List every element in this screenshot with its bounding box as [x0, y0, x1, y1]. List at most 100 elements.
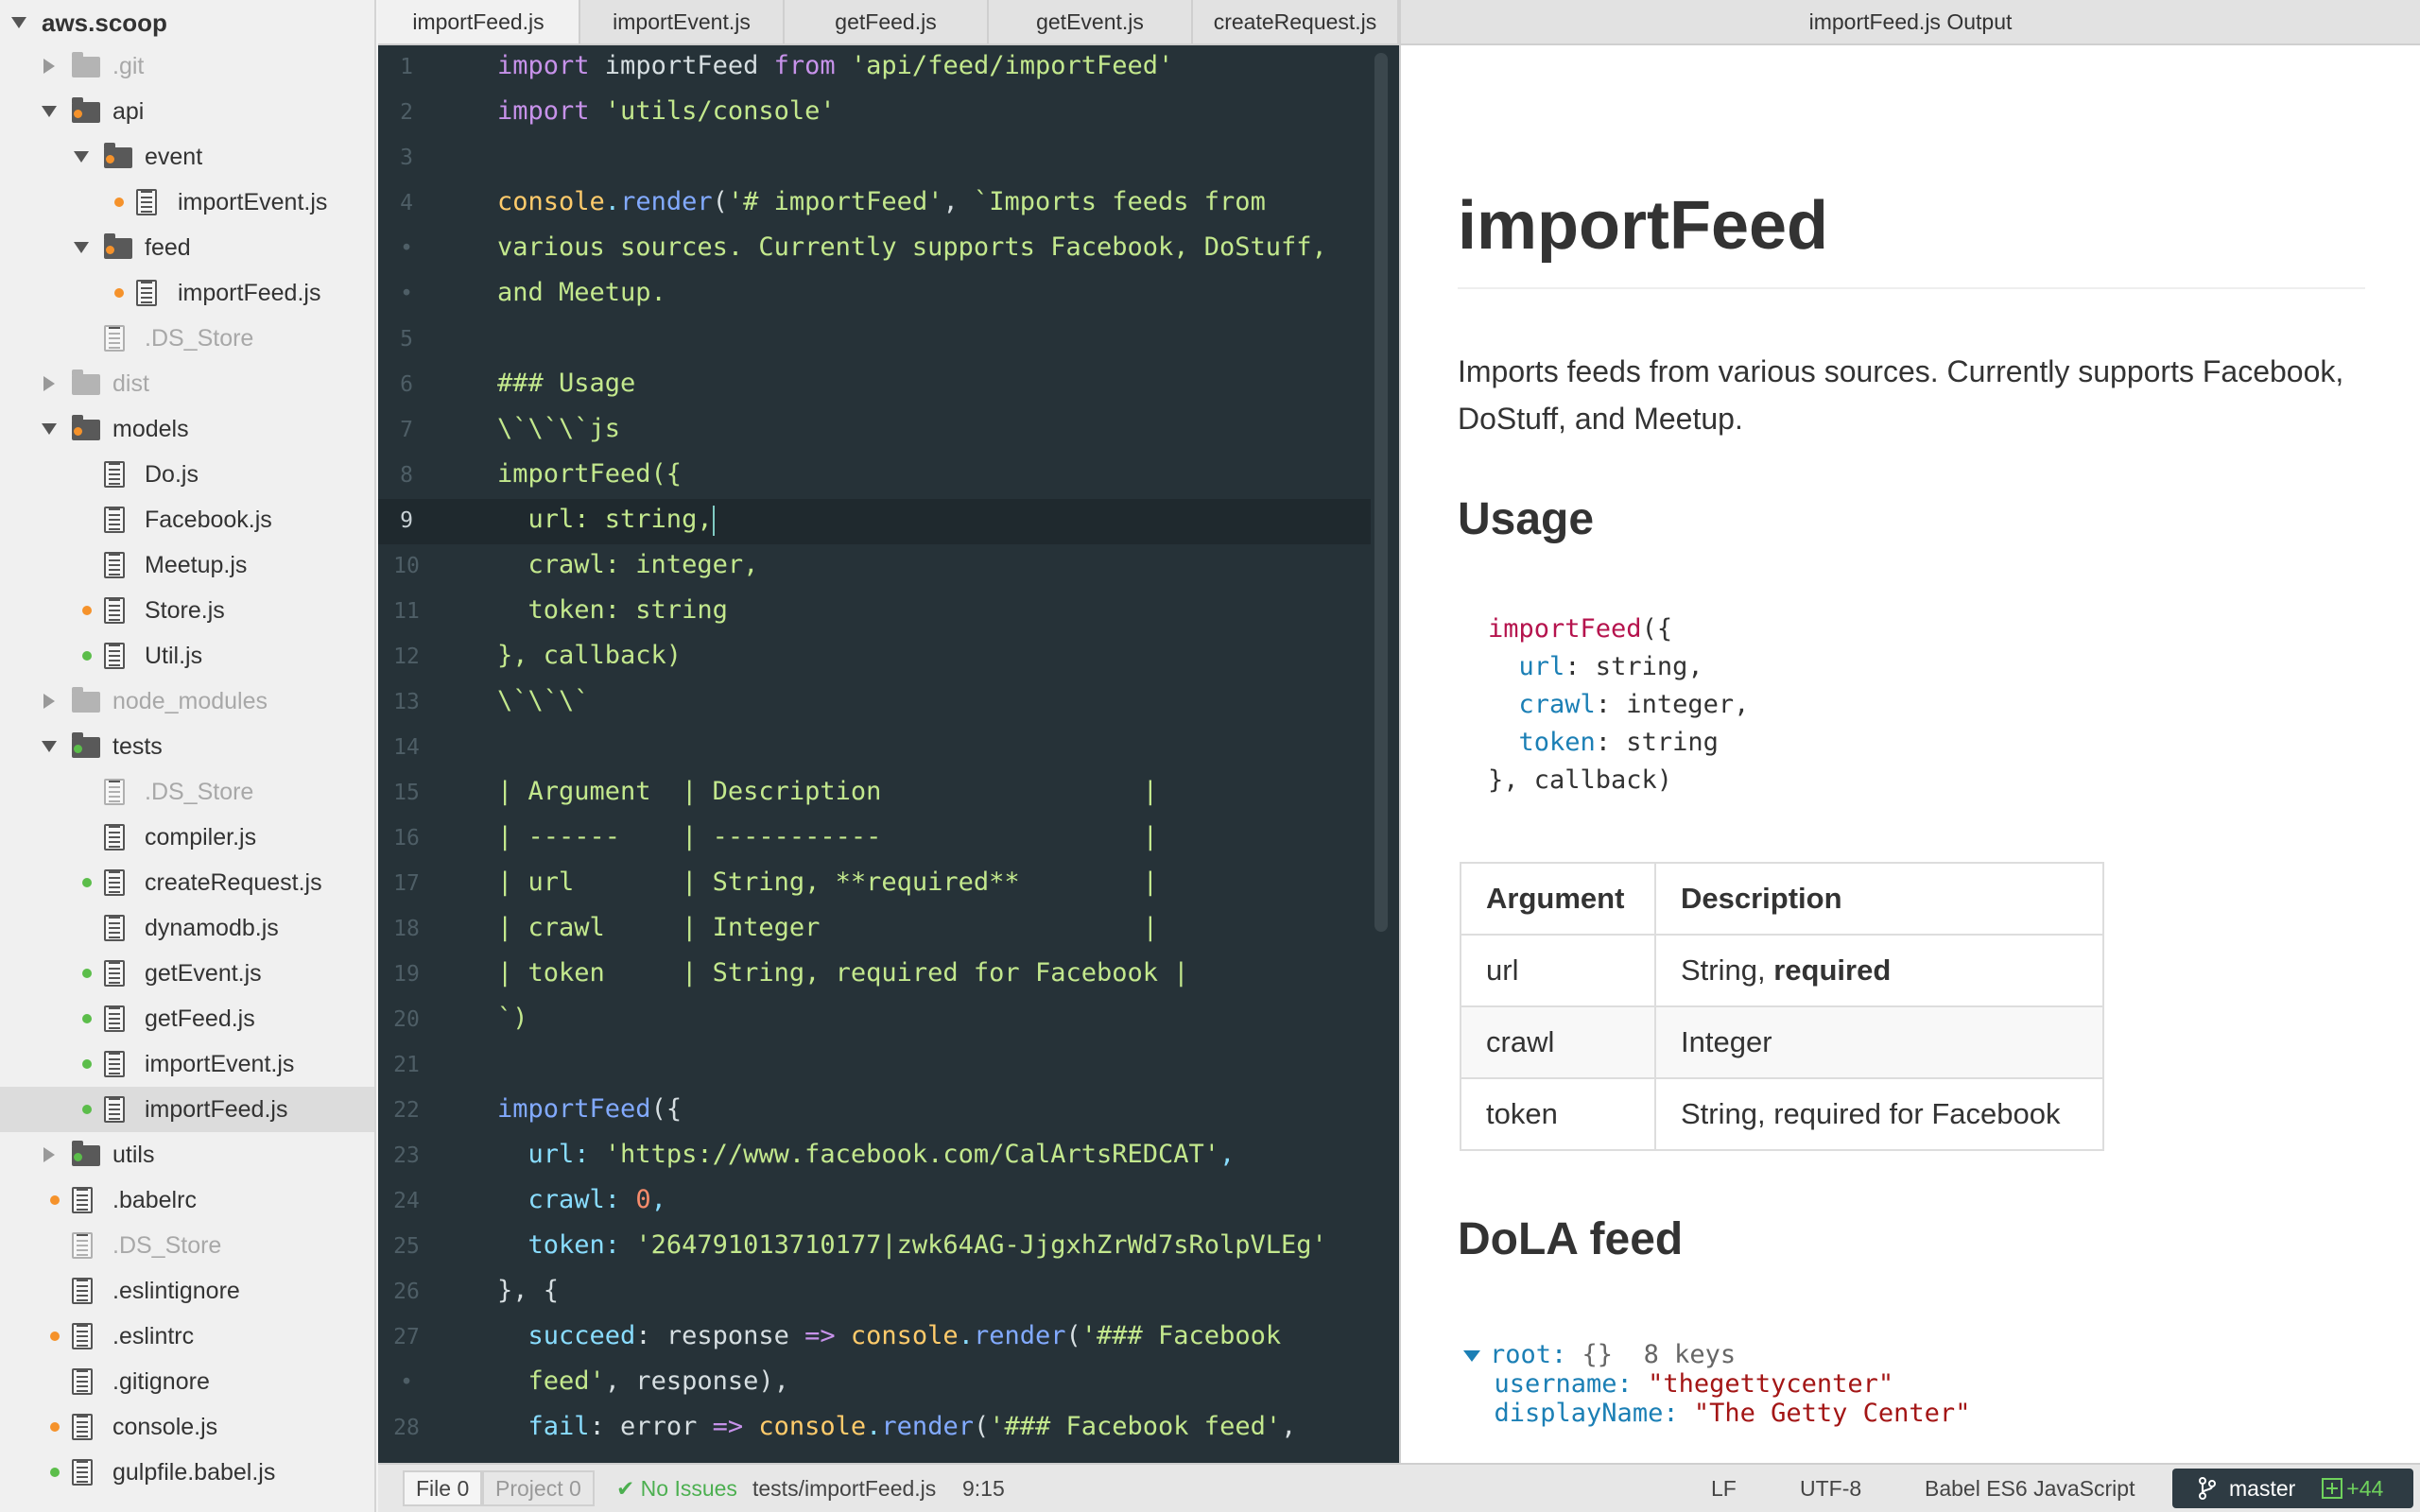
no-issues-indicator[interactable]: ✔ No Issues — [616, 1465, 737, 1512]
tree-file-facebook[interactable]: Facebook.js — [0, 497, 374, 542]
tree-file-store[interactable]: Store.js — [0, 588, 374, 633]
tree-folder-dist[interactable]: dist — [0, 361, 374, 406]
git-branch-button[interactable]: master +44 — [2172, 1469, 2413, 1508]
code-token: ( — [712, 187, 728, 216]
code-token: . — [958, 1321, 974, 1350]
tree-file-meetup[interactable]: Meetup.js — [0, 542, 374, 588]
cursor-position[interactable]: 9:15 — [962, 1465, 1005, 1512]
tree-folder-utils[interactable]: utils — [0, 1132, 374, 1177]
tab-output[interactable]: importFeed.js Output — [1399, 0, 2420, 45]
code-editor[interactable]: 1 2 3 4 • • 5 6 7 8 9 10 11 12 13 14 15 … — [378, 45, 1399, 1463]
tree-file-createrequest[interactable]: createRequest.js — [0, 860, 374, 905]
modified-dot — [50, 1195, 60, 1205]
code-token: => — [804, 1321, 836, 1350]
line-ending[interactable]: LF — [1711, 1465, 1737, 1512]
tree-file-compiler[interactable]: compiler.js — [0, 815, 374, 860]
file-path[interactable]: tests/importFeed.js — [752, 1465, 936, 1512]
tab-getevent[interactable]: getEvent.js — [989, 0, 1193, 43]
tree-file-getevent[interactable]: getEvent.js — [0, 951, 374, 996]
tree-file-importfeed-api[interactable]: importFeed.js — [0, 270, 374, 316]
code-line: and Meetup. — [497, 278, 666, 307]
tree-folder-node-modules[interactable]: node_modules — [0, 679, 374, 724]
line-number: 1 — [400, 55, 413, 79]
tree-file-dsstore-tests[interactable]: .DS_Store — [0, 769, 374, 815]
code-line: crawl: 0, — [497, 1185, 666, 1214]
line-number: 25 — [393, 1234, 420, 1259]
tree-file-importevent[interactable]: importEvent.js — [0, 180, 374, 225]
code-token: feed' — [497, 1366, 605, 1396]
added-dot — [82, 1059, 92, 1069]
table-row: token String, required for Facebook — [1460, 1077, 2104, 1151]
code-token: 0 — [635, 1185, 651, 1214]
tree-label: .eslintrc — [112, 1322, 195, 1349]
tree-folder-tests[interactable]: tests — [0, 724, 374, 769]
tree-file-gitignore[interactable]: .gitignore — [0, 1359, 374, 1404]
code-line: crawl: integer, — [497, 550, 759, 579]
code-token: importFeed — [1488, 614, 1642, 644]
tree-file-getfeed[interactable]: getFeed.js — [0, 996, 374, 1041]
code-line: importFeed({ — [497, 1094, 682, 1124]
file-icon — [104, 325, 125, 352]
tree-folder-models[interactable]: models — [0, 406, 374, 452]
tree-file-importfeed-tests[interactable]: importFeed.js — [0, 1087, 374, 1132]
editor-scrollbar[interactable] — [1374, 53, 1388, 932]
encoding[interactable]: UTF-8 — [1800, 1465, 1861, 1512]
tree-file-console[interactable]: console.js — [0, 1404, 374, 1450]
tree-label: .eslintignore — [112, 1277, 240, 1304]
line-number: 26 — [393, 1280, 420, 1304]
code-token: url: string, — [497, 505, 713, 534]
tree-folder-api[interactable]: api — [0, 89, 374, 134]
code-token: `) — [497, 1004, 528, 1033]
tree-file-eslintrc[interactable]: .eslintrc — [0, 1314, 374, 1359]
chevron-down-icon — [42, 106, 57, 117]
tree-file-eslintignore[interactable]: .eslintignore — [0, 1268, 374, 1314]
tree-label: tests — [112, 732, 163, 760]
tree-label: api — [112, 97, 145, 125]
file-icon — [104, 552, 125, 578]
project-root[interactable]: aws.scoop — [0, 0, 374, 45]
tree-file-gulpfile[interactable]: gulpfile.babel.js — [0, 1450, 374, 1495]
file-issues-tab[interactable]: File 0 — [403, 1470, 483, 1506]
tree-label: .DS_Store — [112, 1231, 222, 1259]
tree-file-dsstore-root[interactable]: .DS_Store — [0, 1223, 374, 1268]
table-header: Argument — [1460, 862, 1656, 936]
project-issues-tab[interactable]: Project 0 — [482, 1470, 595, 1506]
modified-indicator — [106, 155, 114, 163]
tree-file-dsstore-api[interactable]: .DS_Store — [0, 316, 374, 361]
tab-importevent[interactable]: importEvent.js — [580, 0, 785, 43]
code-line: \`\`\` — [497, 686, 590, 715]
tree-label: .DS_Store — [145, 778, 254, 805]
file-icon — [104, 1096, 125, 1123]
tree-file-dynamodb[interactable]: dynamodb.js — [0, 905, 374, 951]
tab-label: getEvent.js — [1036, 9, 1144, 34]
file-icon — [104, 1005, 125, 1032]
tree-file-do[interactable]: Do.js — [0, 452, 374, 497]
tab-createrequest[interactable]: createRequest.js — [1193, 0, 1399, 43]
grammar-selector[interactable]: Babel ES6 JavaScript — [1925, 1465, 2135, 1512]
tree-file-util[interactable]: Util.js — [0, 633, 374, 679]
code-line: token: string — [497, 595, 728, 625]
code-line: | token | String, required for Facebook … — [497, 958, 1189, 988]
code-line: succeed: response => console.render('###… — [497, 1321, 1282, 1350]
tree-label: dist — [112, 369, 149, 397]
tree-folder-event[interactable]: event — [0, 134, 374, 180]
status-count: 0 — [568, 1475, 581, 1501]
file-icon — [104, 779, 125, 805]
line-number: • — [400, 236, 413, 261]
tree-folder-feed[interactable]: feed — [0, 225, 374, 270]
code-token: , — [650, 1185, 666, 1214]
triangle-down-icon[interactable] — [1463, 1349, 1480, 1362]
project-name: aws.scoop — [42, 8, 167, 37]
usage-heading: Usage — [1458, 494, 1595, 544]
tab-getfeed[interactable]: getFeed.js — [785, 0, 989, 43]
code-token: 'utils/console' — [589, 96, 836, 126]
tree-label: utils — [112, 1141, 155, 1168]
tree-file-importevent-tests[interactable]: importEvent.js — [0, 1041, 374, 1087]
table-cell: String, required — [1654, 934, 2104, 1007]
tree-folder-git[interactable]: .git — [0, 43, 374, 89]
table-cell: Integer — [1654, 1005, 2104, 1079]
tree-file-babelrc[interactable]: .babelrc — [0, 1177, 374, 1223]
tab-importfeed[interactable]: importFeed.js — [378, 0, 580, 43]
output-title: importFeed — [1458, 188, 1829, 264]
json-viewer[interactable]: root: {} 8 keys username: "thegettycente… — [1463, 1340, 1970, 1428]
